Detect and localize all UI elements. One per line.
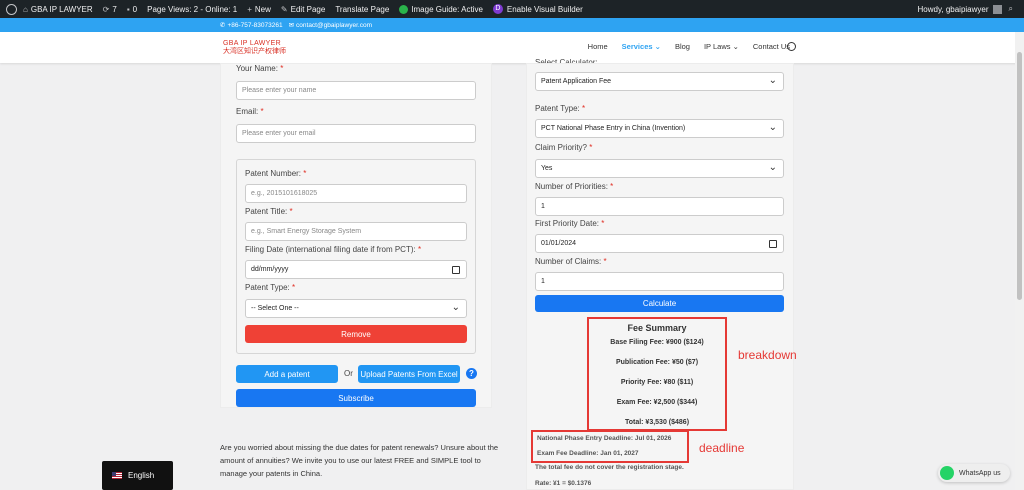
mail-icon: ✉	[288, 22, 295, 29]
phone-contact[interactable]: ✆ +86-757-83073261	[220, 21, 283, 30]
calendar-icon[interactable]	[769, 240, 777, 248]
breakdown-annotation: breakdown	[738, 348, 797, 362]
filing-date-label: Filing Date (international filing date i…	[245, 245, 422, 254]
plus-icon: +	[247, 4, 252, 14]
deadline-box: National Phase Entry Deadline: Jul 01, 2…	[531, 430, 689, 463]
num-claims-input[interactable]: 1	[535, 272, 784, 291]
first-priority-date-input[interactable]: 01/01/2024	[535, 234, 784, 253]
patent-number-input[interactable]: e.g., 2015101618025	[245, 184, 467, 203]
contact-bar: ✆ +86-757-83073261 ✉ contact@gbaiplawyer.c…	[0, 18, 1024, 32]
upload-excel-button[interactable]: Upload Patents From Excel	[358, 365, 460, 383]
howdy-account-link[interactable]: Howdy, gbaipiawyer	[918, 5, 989, 14]
site-name-link[interactable]: ⌂ GBA IP LAWYER	[23, 5, 93, 14]
home-icon: ⌂	[23, 4, 28, 14]
exam-fee-deadline: Exam Fee Deadline: Jan 01, 2027	[537, 450, 639, 457]
scrollbar[interactable]	[1015, 32, 1024, 490]
promo-paragraph: Are you worried about missing the due da…	[220, 443, 499, 478]
patent-number-label: Patent Number: *	[245, 169, 307, 178]
registration-note: The total fee do not cover the registrat…	[535, 464, 684, 471]
nav-home[interactable]: Home	[588, 42, 608, 51]
comment-icon: ▪	[126, 4, 130, 14]
updates-link[interactable]: ⟳ 7	[103, 5, 117, 14]
language-switcher[interactable]: English	[102, 461, 173, 490]
image-guide-link[interactable]: Image Guide: Active	[399, 4, 483, 14]
scrollbar-thumb[interactable]	[1017, 52, 1022, 300]
remove-button[interactable]: Remove	[245, 325, 467, 343]
nav-contact-us[interactable]: Contact Us	[753, 42, 790, 51]
email-label: Email: *	[236, 107, 264, 116]
new-content-link[interactable]: + New	[247, 5, 271, 14]
comments-link[interactable]: ▪ 0	[127, 5, 137, 14]
priority-fee: Priority Fee: ¥80 ($11)	[620, 379, 694, 386]
visual-builder-link[interactable]: D Enable Visual Builder	[492, 4, 583, 14]
patent-type-label: Patent Type: *	[245, 283, 296, 292]
phone-icon: ✆	[220, 22, 226, 29]
translate-page-link[interactable]: Translate Page	[335, 5, 389, 14]
base-filing-fee: Base Filing Fee: ¥900 ($124)	[610, 339, 704, 346]
nav-blog[interactable]: Blog	[675, 42, 690, 51]
fee-summary-box: Fee Summary Base Filing Fee: ¥900 ($124)…	[587, 317, 727, 431]
search-icon[interactable]: ⌕	[1009, 4, 1013, 14]
calc-patent-type-select[interactable]: PCT National Phase Entry in China (Inven…	[535, 119, 784, 138]
num-priorities-input[interactable]: 1	[535, 197, 784, 216]
pencil-icon: ✎	[280, 4, 288, 14]
add-patent-button[interactable]: Add a patent	[236, 365, 338, 383]
claim-priority-select[interactable]: Yes	[535, 159, 784, 178]
first-priority-date-label: First Priority Date: *	[535, 219, 605, 228]
refresh-icon: ⟳	[102, 4, 110, 14]
avatar[interactable]	[992, 4, 1002, 14]
chevron-down-icon: ⌄	[732, 42, 739, 51]
site-header: GBA IP LAWYER 大湾区知识产权律师 Home Services ⌄ …	[0, 32, 1024, 63]
main-nav: Home Services ⌄ Blog IP Laws ⌄ Contact U…	[574, 42, 790, 51]
or-text: Or	[344, 369, 353, 378]
num-priorities-label: Number of Priorities: *	[535, 182, 614, 191]
chevron-down-icon: ⌄	[654, 42, 661, 51]
select-calculator-label: Select Calculator:	[535, 58, 598, 63]
calendar-icon[interactable]	[452, 266, 460, 274]
whatsapp-button[interactable]: WhatsApp us	[938, 464, 1010, 482]
divi-icon: D	[492, 4, 503, 14]
fee-summary-title: Fee Summary	[627, 323, 687, 333]
patent-title-input[interactable]: e.g., Smart Energy Storage System	[245, 222, 467, 241]
total-fee: Total: ¥3,530 ($486)	[624, 419, 690, 426]
search-icon[interactable]	[787, 42, 796, 51]
wordpress-logo-icon[interactable]	[6, 3, 17, 15]
page-views-stat[interactable]: Page Views: 2 - Online: 1	[147, 5, 237, 14]
image-guide-icon	[399, 4, 409, 14]
whatsapp-icon	[940, 466, 954, 480]
calculator-select[interactable]: Patent Application Fee	[535, 72, 784, 91]
help-icon[interactable]: ?	[466, 368, 477, 379]
filing-date-input[interactable]: dd/mm/yyyy	[245, 260, 467, 279]
site-logo[interactable]: GBA IP LAWYER 大湾区知识产权律师	[223, 40, 286, 56]
exam-fee: Exam Fee: ¥2,500 ($344)	[616, 399, 698, 406]
claim-priority-label: Claim Priority? *	[535, 143, 593, 152]
calc-patent-type-label: Patent Type: *	[535, 104, 586, 113]
deadline-annotation: deadline	[699, 441, 745, 455]
edit-page-link[interactable]: ✎ Edit Page	[281, 5, 325, 14]
name-input[interactable]: Please enter your name	[236, 81, 476, 100]
publication-fee: Publication Fee: ¥50 ($7)	[615, 359, 699, 366]
name-label: Your Name: *	[236, 64, 284, 73]
nav-ip-laws[interactable]: IP Laws ⌄	[704, 42, 739, 51]
subscribe-button[interactable]: Subscribe	[236, 389, 476, 407]
us-flag-icon	[112, 472, 122, 479]
patent-title-label: Patent Title: *	[245, 207, 293, 216]
email-input[interactable]: Please enter your email	[236, 124, 476, 143]
email-contact[interactable]: ✉ contact@gbaiplawyer.com	[288, 21, 372, 30]
num-claims-label: Number of Claims: *	[535, 257, 607, 266]
exchange-rate: Rate: ¥1 = $0.1376	[535, 480, 592, 487]
nav-services[interactable]: Services ⌄	[622, 42, 661, 51]
calculate-button[interactable]: Calculate	[535, 295, 784, 312]
admin-bar: ⌂ GBA IP LAWYER ⟳ 7 ▪ 0 Page Views: 2 - Onl…	[0, 0, 1024, 18]
patent-type-select[interactable]: -- Select One --	[245, 299, 467, 318]
national-phase-deadline: National Phase Entry Deadline: Jul 01, 2…	[537, 435, 672, 442]
